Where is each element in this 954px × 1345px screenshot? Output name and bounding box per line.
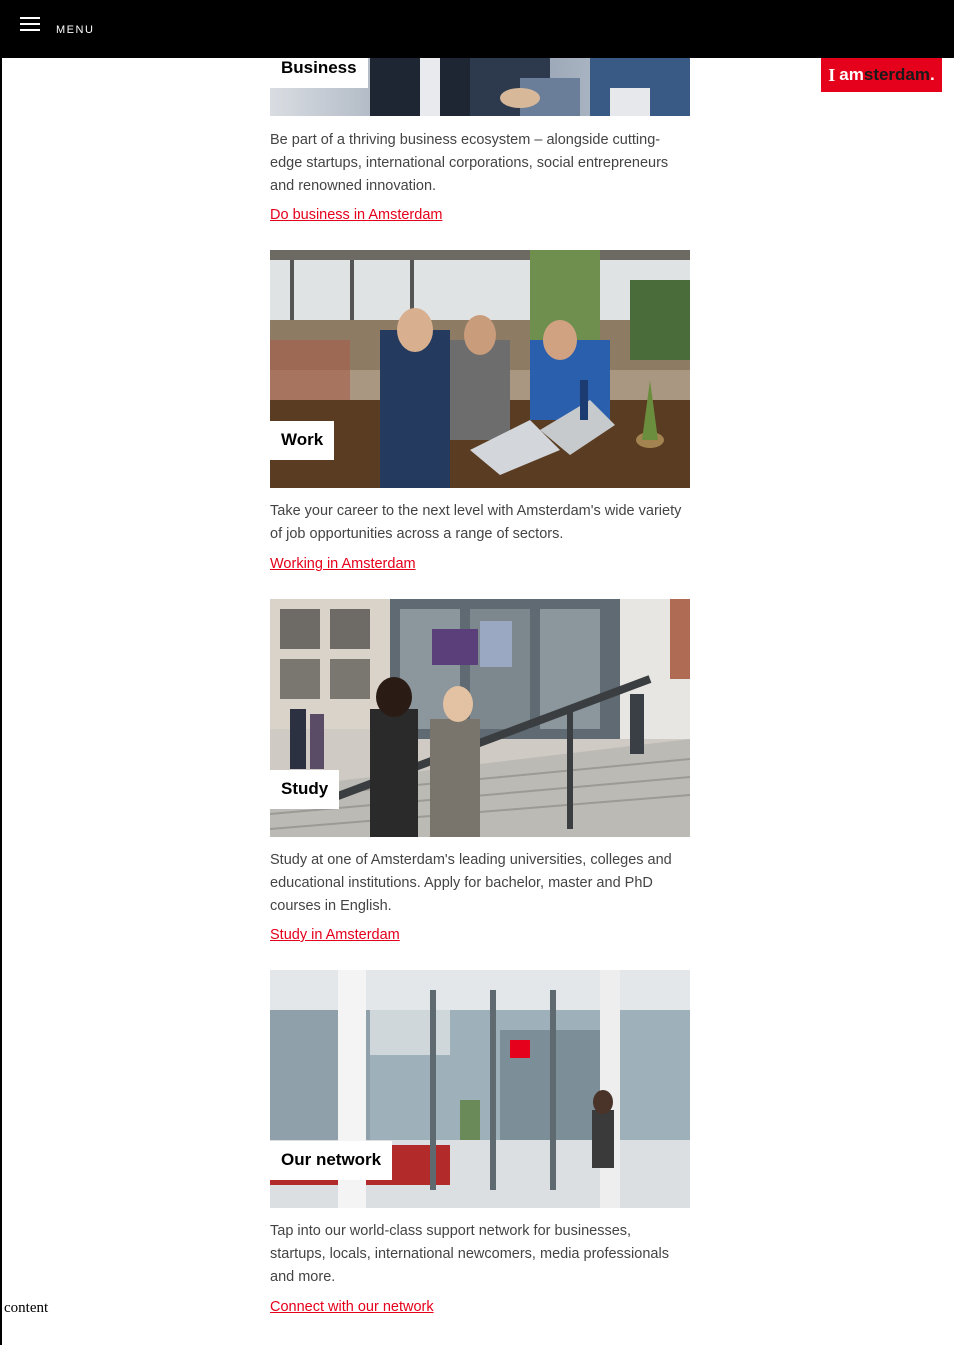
study-link[interactable]: Study in Amsterdam [270,927,400,943]
business-link[interactable]: Do business in Amsterdam [270,207,442,223]
network-link[interactable]: Connect with our network [270,1299,434,1315]
network-card-title: Our network [270,1141,393,1180]
logo-sterdam: sterdam [863,65,930,84]
work-link[interactable]: Working in Amsterdam [270,556,416,572]
network-description: Tap into our world-class support network… [270,1223,669,1285]
top-menu-bar: MENU [2,0,954,58]
page: MENU I am sterdam. Business Be part of a… [0,0,954,1345]
content-label: content [4,1300,49,1316]
work-image[interactable]: Work [270,250,690,488]
logo-dot: . [930,65,935,84]
business-description: Be part of a thriving business ecosystem… [270,132,669,194]
i-amsterdam-logo[interactable]: I am sterdam. [821,58,942,92]
work-description: Take your career to the next level with … [270,503,682,542]
study-image[interactable]: Study [270,599,690,837]
logo-i: I [828,64,836,85]
study-description: Study at one of Amsterdam's leading univ… [270,852,672,914]
logo-am: am [839,65,864,84]
hamburger-menu-icon[interactable] [20,17,40,32]
network-image[interactable]: Our network [270,970,690,1208]
study-card-title: Study [270,770,340,809]
work-card-title: Work [270,421,335,460]
menu-button-label[interactable]: MENU [56,24,94,36]
